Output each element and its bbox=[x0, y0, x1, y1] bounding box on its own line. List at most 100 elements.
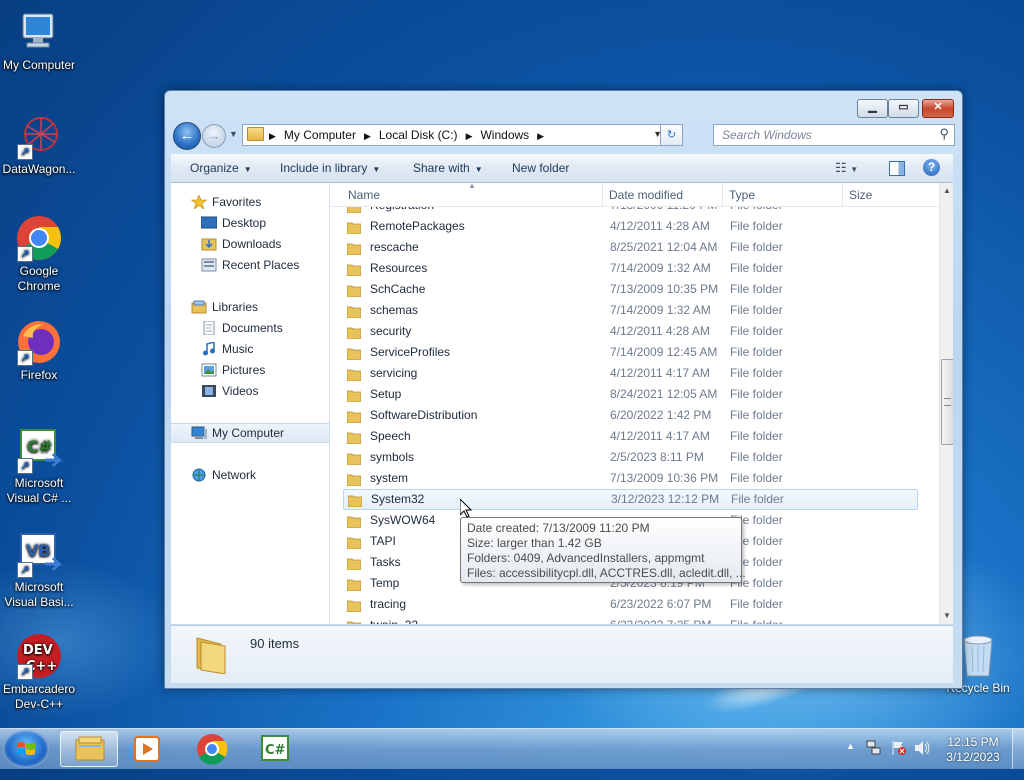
file-date-modified: 4/12/2011 4:17 AM bbox=[610, 429, 710, 443]
minimize-button[interactable]: ▁ bbox=[857, 99, 888, 118]
taskbar-explorer[interactable] bbox=[60, 731, 118, 767]
search-icon[interactable]: ⚲ bbox=[939, 126, 949, 142]
file-row[interactable]: SoftwareDistribution 6/20/2022 1:42 PM Fil… bbox=[343, 405, 918, 426]
desktop-icon-dev-cpp[interactable]: DEV C++ ↗ Embarcadero Dev-C++ bbox=[0, 632, 78, 712]
file-row[interactable]: rescache 8/25/2021 12:04 AM File folder bbox=[343, 237, 918, 258]
file-row[interactable]: SchCache 7/13/2009 10:35 PM File folder bbox=[343, 279, 918, 300]
file-date-modified: 7/14/2009 12:45 AM bbox=[610, 345, 718, 359]
change-view-button[interactable]: ☷ ▼ bbox=[835, 160, 858, 176]
breadcrumb-windows[interactable]: Windows bbox=[480, 128, 529, 142]
desktop-icon-visual-csharp[interactable]: C# ↗ Microsoft Visual C# ... bbox=[0, 426, 78, 506]
desktop-icon-firefox[interactable]: ↗ Firefox bbox=[0, 318, 78, 383]
organize-button[interactable]: Organize ▼ bbox=[190, 161, 252, 175]
breadcrumb-separator-icon[interactable]: ▶ bbox=[466, 131, 473, 141]
file-name: TAPI bbox=[370, 534, 396, 548]
breadcrumb[interactable]: ▶ My Computer ▶ Local Disk (C:) ▶ Windows ▶ bbox=[269, 128, 552, 142]
start-button[interactable] bbox=[3, 730, 49, 768]
column-header-size[interactable]: Size bbox=[849, 188, 872, 202]
action-center-flag-icon[interactable] bbox=[891, 739, 907, 760]
scroll-down-icon[interactable]: ▼ bbox=[940, 608, 953, 624]
chevron-down-icon: ▼ bbox=[372, 165, 381, 174]
file-row[interactable]: System32 3/12/2023 12:12 PM File folder bbox=[343, 489, 918, 510]
help-button[interactable]: ? bbox=[923, 159, 940, 176]
explorer-icon bbox=[75, 736, 105, 761]
file-type: File folder bbox=[730, 240, 783, 254]
column-header-name[interactable]: Name bbox=[348, 188, 380, 202]
nav-network[interactable]: Network bbox=[171, 465, 329, 485]
file-row[interactable]: tracing 6/23/2022 6:07 PM File folder bbox=[343, 594, 918, 615]
file-row[interactable]: servicing 4/12/2011 4:17 AM File folder bbox=[343, 363, 918, 384]
refresh-button[interactable]: ↻ bbox=[660, 124, 683, 146]
breadcrumb-my-computer[interactable]: My Computer bbox=[284, 128, 356, 142]
file-row[interactable]: twain_32 6/23/2022 7:25 PM File folder bbox=[343, 615, 918, 624]
taskbar-visual-csharp[interactable]: C# bbox=[246, 731, 304, 767]
nav-my-computer[interactable]: My Computer bbox=[171, 423, 329, 443]
file-row[interactable]: ServiceProfiles 7/14/2009 12:45 AM File fo… bbox=[343, 342, 918, 363]
nav-pictures[interactable]: Pictures bbox=[171, 360, 329, 380]
new-folder-button[interactable]: New folder bbox=[512, 161, 569, 175]
volume-icon[interactable] bbox=[914, 740, 932, 759]
explorer-window[interactable]: ▁ ▭ ✕ ← → ▼ ▶ My Computer ▶ Local Disk (C:)… bbox=[164, 90, 963, 689]
maximize-button[interactable]: ▭ bbox=[888, 99, 919, 118]
show-hidden-icons-button[interactable]: ▲ bbox=[846, 741, 855, 751]
file-row[interactable]: system 7/13/2009 10:36 PM File folder bbox=[343, 468, 918, 489]
nav-libraries[interactable]: Libraries bbox=[171, 297, 329, 317]
back-button[interactable]: ← bbox=[173, 122, 201, 150]
taskbar-media-player[interactable] bbox=[118, 731, 176, 767]
file-row[interactable]: symbols 2/5/2023 8:11 PM File folder bbox=[343, 447, 918, 468]
desktop-icon-visual-basic[interactable]: VB ↗ Microsoft Visual Basi... bbox=[0, 530, 78, 610]
nav-documents[interactable]: Documents bbox=[171, 318, 329, 338]
nav-favorites[interactable]: Favorites bbox=[171, 192, 329, 212]
file-type: File folder bbox=[730, 471, 783, 485]
nav-desktop[interactable]: Desktop bbox=[171, 213, 329, 233]
system-clock[interactable]: 12:15 PM 3/12/2023 bbox=[937, 735, 1009, 765]
folder-icon bbox=[347, 494, 363, 508]
scroll-up-icon[interactable]: ▲ bbox=[940, 183, 953, 199]
address-bar[interactable]: ▶ My Computer ▶ Local Disk (C:) ▶ Windows ▶ ▼ … bbox=[242, 124, 683, 146]
column-divider[interactable] bbox=[722, 183, 723, 206]
folder-icon bbox=[346, 577, 362, 592]
network-tray-icon[interactable] bbox=[866, 739, 882, 760]
nav-label: My Computer bbox=[212, 426, 285, 440]
desktop-icon-datawagon[interactable]: ↗ DataWagon... bbox=[0, 112, 78, 177]
file-row[interactable]: security 4/12/2011 4:28 AM File folder bbox=[343, 321, 918, 342]
column-divider[interactable] bbox=[842, 183, 843, 206]
breadcrumb-separator-icon[interactable]: ▶ bbox=[537, 131, 544, 141]
file-row[interactable]: Speech 4/12/2011 4:17 AM File folder bbox=[343, 426, 918, 447]
close-button[interactable]: ✕ bbox=[922, 99, 954, 118]
file-row[interactable]: schemas 7/14/2009 1:32 AM File folder bbox=[343, 300, 918, 321]
search-input[interactable]: Search Windows ⚲ bbox=[713, 124, 955, 146]
forward-button[interactable]: → bbox=[202, 124, 226, 148]
breadcrumb-separator-icon[interactable]: ▶ bbox=[269, 131, 276, 141]
recent-pages-dropdown[interactable]: ▼ bbox=[229, 129, 238, 139]
file-type: File folder bbox=[730, 429, 783, 443]
column-divider[interactable] bbox=[602, 183, 603, 206]
desktop-icon-google-chrome[interactable]: ↗ Google Chrome bbox=[0, 214, 78, 294]
taskbar-chrome[interactable] bbox=[183, 731, 241, 767]
file-row[interactable]: Resources 7/14/2009 1:32 AM File folder bbox=[343, 258, 918, 279]
desktop-icon-label: Firefox bbox=[20, 368, 58, 382]
preview-pane-button[interactable] bbox=[889, 161, 905, 176]
show-desktop-button[interactable] bbox=[1012, 729, 1024, 769]
nav-label: Libraries bbox=[212, 300, 259, 314]
nav-videos[interactable]: Videos bbox=[171, 381, 329, 401]
file-row[interactable]: RemotePackages 4/12/2011 4:28 AM File fold… bbox=[343, 216, 918, 237]
desktop-icon-my-computer[interactable]: My Computer bbox=[0, 8, 78, 73]
clock-time: 12:15 PM bbox=[947, 735, 999, 749]
column-header-date-modified[interactable]: Date modified bbox=[609, 188, 683, 202]
file-name: SysWOW64 bbox=[370, 513, 436, 527]
nav-music[interactable]: Music bbox=[171, 339, 329, 359]
column-header-type[interactable]: Type bbox=[729, 188, 755, 202]
include-in-library-label: Include in library bbox=[280, 161, 368, 175]
music-icon bbox=[201, 341, 217, 356]
file-row[interactable]: Registration 7/13/2009 11:20 PM File folde… bbox=[343, 207, 918, 216]
share-with-button[interactable]: Share with ▼ bbox=[413, 161, 483, 175]
breadcrumb-separator-icon[interactable]: ▶ bbox=[364, 131, 371, 141]
breadcrumb-local-disk[interactable]: Local Disk (C:) bbox=[379, 128, 458, 142]
file-row[interactable]: Setup 8/24/2021 12:05 AM File folder bbox=[343, 384, 918, 405]
nav-downloads[interactable]: Downloads bbox=[171, 234, 329, 254]
scrollbar-thumb[interactable] bbox=[941, 359, 953, 445]
include-in-library-button[interactable]: Include in library ▼ bbox=[280, 161, 380, 175]
vertical-scrollbar[interactable]: ▲ ▼ bbox=[939, 183, 953, 624]
nav-recent-places[interactable]: Recent Places bbox=[171, 255, 329, 275]
